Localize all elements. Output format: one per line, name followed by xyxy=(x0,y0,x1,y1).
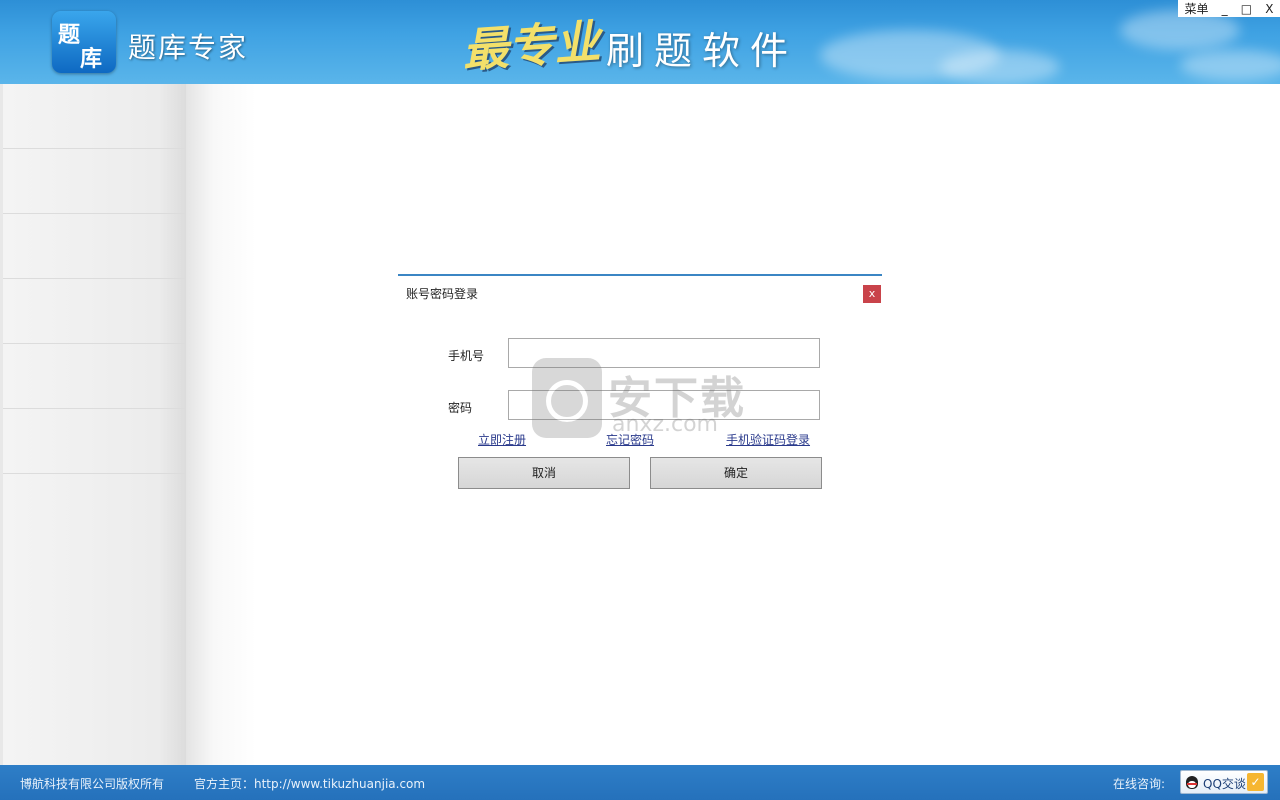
online-consult-label: 在线咨询: xyxy=(1113,777,1166,791)
sidebar-slot[interactable] xyxy=(3,214,186,279)
password-input[interactable] xyxy=(508,390,820,420)
close-button[interactable]: X xyxy=(1265,2,1273,16)
sidebar-slot[interactable] xyxy=(3,344,186,409)
qq-penguin-icon xyxy=(1185,774,1199,790)
password-label: 密码 xyxy=(448,401,473,415)
register-link[interactable]: 立即注册 xyxy=(478,431,526,448)
sidebar-slot[interactable] xyxy=(3,409,186,474)
footer: 博航科技有限公司版权所有 官方主页：http://www.tikuzhuanji… xyxy=(0,765,1280,800)
slogan-text: 刷题软件 xyxy=(606,29,799,73)
copyright-text: 博航科技有限公司版权所有 xyxy=(20,777,165,791)
qq-chat-label: QQ交谈 xyxy=(1203,777,1246,791)
sidebar xyxy=(0,84,186,765)
dialog-title: 账号密码登录 xyxy=(406,287,479,301)
app-header: 题 库 题库专家 最专业 刷题软件 菜单 _ □ X xyxy=(0,0,1280,84)
minimize-button[interactable]: _ xyxy=(1222,2,1228,16)
slogan-brand: 最专业 xyxy=(460,14,602,78)
sidebar-slot[interactable] xyxy=(3,149,186,214)
logo-char-2: 库 xyxy=(80,47,103,72)
logo-char-1: 题 xyxy=(58,23,81,48)
login-dialog: 账号密码登录 x 手机号 密码 立即注册 忘记密码 手机验证码登录 取消 确定 xyxy=(398,274,882,500)
qq-chat-button[interactable]: QQ交谈 ✓ xyxy=(1180,770,1268,794)
app-logo: 题 库 xyxy=(52,11,116,73)
confirm-button[interactable]: 确定 xyxy=(650,457,822,489)
dialog-close-button[interactable]: x xyxy=(863,285,881,303)
cloud-decoration xyxy=(1180,50,1280,80)
phone-input[interactable] xyxy=(508,338,820,368)
sidebar-shadow xyxy=(186,84,256,765)
menu-button[interactable]: 菜单 xyxy=(1185,0,1209,17)
forgot-password-link[interactable]: 忘记密码 xyxy=(606,431,654,448)
phone-label: 手机号 xyxy=(448,349,485,363)
sidebar-slot[interactable] xyxy=(3,279,186,344)
cloud-decoration xyxy=(940,50,1060,84)
cancel-button[interactable]: 取消 xyxy=(458,457,630,489)
sidebar-slot[interactable] xyxy=(3,84,186,149)
check-icon: ✓ xyxy=(1247,773,1264,791)
window-controls: 菜单 _ □ X xyxy=(1178,0,1280,17)
app-name: 题库专家 xyxy=(128,31,249,64)
sms-login-link[interactable]: 手机验证码登录 xyxy=(726,431,810,448)
website-text: 官方主页：http://www.tikuzhuanjia.com xyxy=(194,777,426,791)
maximize-button[interactable]: □ xyxy=(1241,2,1252,16)
